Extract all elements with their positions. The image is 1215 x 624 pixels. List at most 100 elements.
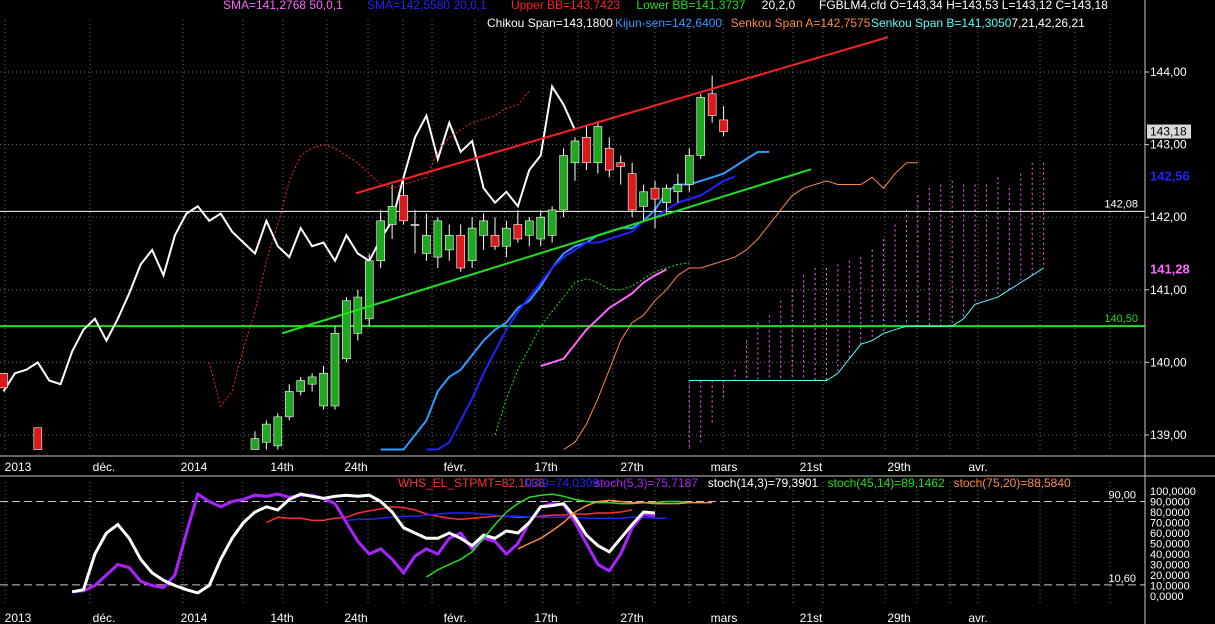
oscillator-time-axis-label: 17th — [534, 611, 557, 624]
time-axis-label: 29th — [887, 460, 910, 474]
bullish-candle[interactable] — [250, 438, 260, 450]
price-tick-label: 142,00 — [1150, 210, 1187, 224]
bearish-candle[interactable] — [604, 147, 614, 171]
bullish-candle[interactable] — [422, 235, 431, 254]
time-axis-label: 2013 — [5, 460, 32, 474]
bullish-candle[interactable] — [433, 220, 443, 258]
time-axis-label: 2014 — [181, 460, 208, 474]
time-axis-label: avr. — [968, 460, 987, 474]
level-label: 142,08 — [1104, 198, 1138, 210]
oscillator-time-axis-label: 21st — [800, 611, 823, 624]
price-legend-entry: 20,2,0 — [762, 0, 796, 12]
oscillator-legend-entry: stoch(5,3)=75,7187 — [594, 476, 698, 490]
bullish-candle[interactable] — [559, 155, 568, 211]
bullish-candle[interactable] — [342, 300, 351, 360]
bearish-candle[interactable] — [513, 224, 523, 240]
trading-chart[interactable]: 142,08 140,50 144,00 143,00 142,00 141,00 140… — [0, 0, 1215, 624]
price-legend-entry: Upper BB=143,7423 — [511, 0, 620, 12]
oscillator-time-axis-label: déc. — [93, 611, 116, 624]
bullish-candle[interactable] — [273, 416, 283, 447]
bullish-candle[interactable] — [410, 224, 420, 226]
price-tick-label: 139,00 — [1150, 428, 1187, 442]
time-axis-label: 21st — [800, 460, 823, 474]
bullish-candle[interactable] — [330, 333, 340, 407]
bearish-candle[interactable] — [33, 427, 43, 450]
level-label: 140,50 — [1104, 313, 1138, 325]
price-tick-label: 143,00 — [1150, 138, 1187, 152]
bullish-candle[interactable] — [479, 220, 488, 236]
bullish-candle[interactable] — [662, 187, 671, 203]
oscillator-legend-entry: stoch(14,3)=79,3901 — [708, 476, 819, 490]
oscillator-time-axis-label: févr. — [444, 611, 467, 624]
bullish-candle[interactable] — [364, 260, 374, 320]
oscillator-time-axis-label: 2013 — [5, 611, 32, 624]
oscillator-legend-entry: stoch(45,14)=89,1462 — [828, 476, 945, 490]
bullish-candle[interactable] — [524, 220, 534, 236]
oscillator-time-axis-label: 27th — [620, 611, 643, 624]
bullish-candle[interactable] — [684, 155, 694, 185]
time-axis-label: 24th — [344, 460, 367, 474]
price-tick-label: 144,00 — [1150, 65, 1187, 79]
bearish-candle[interactable] — [650, 187, 660, 200]
oscillator-legend-entry: stoch(75,20)=88,5840 — [954, 476, 1071, 490]
sma20-marker-label: 142,56 — [1150, 169, 1190, 184]
ichimoku-legend-entry: Senkou Span A=142,7575 — [731, 16, 871, 30]
bullish-candle[interactable] — [296, 380, 305, 392]
bullish-candle[interactable] — [319, 372, 328, 407]
ichimoku-legend-entry: Chikou Span=143,1800 — [487, 16, 613, 30]
price-legend-entry: SMA=142,5580 20,0,1 — [367, 0, 487, 12]
bullish-candle[interactable] — [467, 227, 477, 262]
oscillator-time-axis-label: 2014 — [181, 611, 208, 624]
ichimoku-legend-entry: Kijun-sen=142,6400 — [615, 16, 722, 30]
bullish-candle[interactable] — [536, 216, 546, 240]
oscillator-time-axis-label: avr. — [968, 611, 987, 624]
bearish-candle[interactable] — [627, 173, 637, 211]
bearish-candle[interactable] — [616, 162, 626, 167]
time-axis-label: 14th — [270, 460, 293, 474]
oscillator-level-label: 90,00 — [1108, 490, 1136, 502]
price-legend-entry: FGBLM4.cfd O=143,34 H=143,53 L=143,12 C=… — [819, 0, 1108, 12]
time-axis-label: 17th — [534, 460, 557, 474]
oscillator-time-axis-label: 24th — [344, 611, 367, 624]
chart-background — [0, 0, 1215, 624]
time-axis-label: déc. — [93, 460, 116, 474]
time-axis-label: 27th — [620, 460, 643, 474]
bearish-candle[interactable] — [0, 372, 8, 389]
time-axis-label: févr. — [444, 460, 467, 474]
bullish-candle[interactable] — [387, 206, 397, 225]
bearish-candle[interactable] — [582, 137, 591, 164]
ichimoku-legend-entry: Senkou Span B=141,3050 — [871, 16, 1012, 30]
bullish-candle[interactable] — [307, 376, 317, 385]
ichimoku-legend-entry: 7,21,42,26,21 — [1011, 16, 1085, 30]
time-axis-label: mars — [711, 460, 738, 474]
bearish-candle[interactable] — [719, 119, 728, 132]
oscillator-time-axis-label: 29th — [887, 611, 910, 624]
oscillator-time-axis-label: 14th — [270, 611, 293, 624]
bullish-candle[interactable] — [444, 235, 454, 251]
bullish-candle[interactable] — [284, 391, 294, 418]
oscillator-legend-entry: MA9=74,0309 — [524, 476, 599, 490]
bullish-candle[interactable] — [376, 220, 385, 262]
bullish-candle[interactable] — [696, 97, 706, 156]
bearish-candle[interactable] — [399, 195, 408, 222]
bullish-candle[interactable] — [547, 209, 557, 236]
bullish-candle[interactable] — [262, 423, 271, 443]
oscillator-time-axis-label: mars — [711, 611, 738, 624]
bearish-candle[interactable] — [707, 93, 717, 116]
oscillator-tick-label: 0,0000 — [1150, 591, 1184, 603]
bearish-candle[interactable] — [490, 235, 500, 247]
price-legend-entry: SMA=141,2768 50,0,1 — [223, 0, 343, 12]
last-close-label: 143,18 — [1150, 125, 1187, 139]
oscillator-level-label: 10,60 — [1108, 573, 1136, 585]
price-legend-entry: Lower BB=141,3737 — [636, 0, 745, 12]
bullish-candle[interactable] — [673, 184, 683, 193]
bullish-candle[interactable] — [593, 126, 603, 164]
bullish-candle[interactable] — [639, 191, 648, 207]
bullish-candle[interactable] — [502, 227, 511, 247]
bullish-candle[interactable] — [353, 296, 363, 334]
sma50-marker-label: 141,28 — [1150, 261, 1190, 276]
bullish-candle[interactable] — [570, 140, 580, 164]
price-tick-label: 141,00 — [1150, 283, 1187, 297]
bearish-candle[interactable] — [456, 235, 466, 269]
price-tick-label: 140,00 — [1150, 355, 1187, 369]
